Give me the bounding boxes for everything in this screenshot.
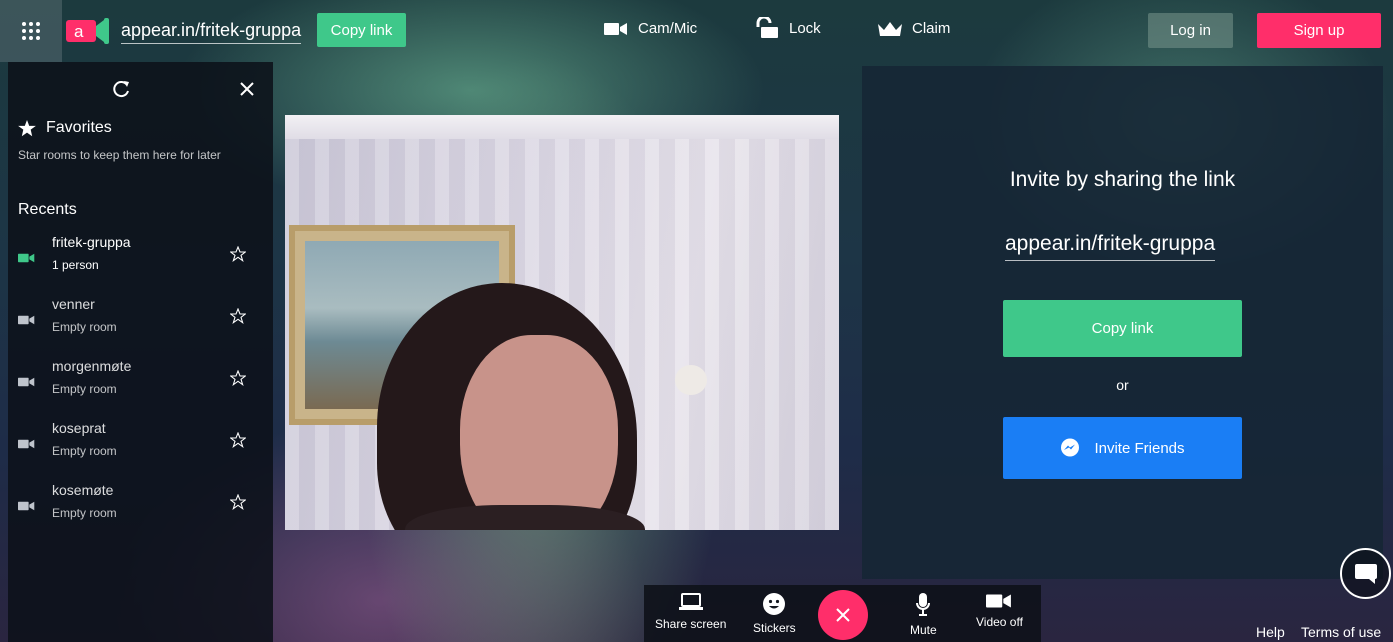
- cam-mic-label: Cam/Mic: [638, 20, 698, 37]
- invite-url[interactable]: appear.in/fritek-gruppa: [1005, 232, 1216, 261]
- star-filled-icon: [18, 119, 36, 136]
- invite-panel: Invite by sharing the link appear.in/fri…: [862, 66, 1383, 579]
- invite-title: Invite by sharing the link: [1009, 168, 1236, 191]
- video-off-label: Video off: [976, 615, 1023, 629]
- favorites-heading: Favorites: [18, 119, 112, 137]
- signup-button[interactable]: Sign up: [1257, 13, 1381, 48]
- call-controls: Share screen Stickers Mute Video off: [644, 585, 1041, 642]
- messenger-icon: [1061, 438, 1080, 457]
- star-outline-icon[interactable]: [230, 246, 246, 262]
- room-name: fritek-gruppa: [52, 234, 131, 250]
- top-bar: a appear.in/fritek-gruppa Copy link Cam/…: [0, 0, 1393, 62]
- invite-friends-button[interactable]: Invite Friends: [1003, 417, 1242, 479]
- camera-icon: [604, 22, 627, 35]
- room-name: kosemøte: [52, 482, 114, 498]
- recent-room-fritek-gruppa[interactable]: fritek-gruppa 1 person: [8, 234, 273, 284]
- share-screen-label: Share screen: [655, 617, 727, 631]
- stickers-button[interactable]: Stickers: [753, 593, 796, 635]
- camera-icon: [18, 501, 35, 511]
- recent-room-koseprat[interactable]: koseprat Empty room: [8, 420, 273, 470]
- close-sidebar-button[interactable]: [239, 81, 255, 102]
- claim-button[interactable]: Claim: [878, 20, 950, 37]
- smiley-icon: [763, 593, 786, 615]
- claim-label: Claim: [912, 20, 951, 37]
- star-outline-icon[interactable]: [230, 494, 246, 510]
- room-status: 1 person: [52, 258, 99, 272]
- self-video-feed[interactable]: [285, 115, 839, 530]
- leave-call-button[interactable]: [818, 590, 868, 640]
- chat-bubble-icon: [1354, 563, 1377, 584]
- mute-button[interactable]: Mute: [910, 593, 937, 637]
- appear-in-logo[interactable]: a: [66, 14, 110, 48]
- invite-copy-link-button[interactable]: Copy link: [1003, 300, 1242, 357]
- recent-room-venner[interactable]: venner Empty room: [8, 296, 273, 346]
- logo-letter: a: [74, 22, 84, 41]
- copy-link-button[interactable]: Copy link: [317, 13, 406, 47]
- camera-icon: [18, 315, 35, 325]
- close-icon: [836, 608, 850, 622]
- star-outline-icon[interactable]: [230, 432, 246, 448]
- room-status: Empty room: [52, 444, 117, 458]
- camera-icon: [18, 253, 35, 263]
- recent-room-kosemote[interactable]: kosemøte Empty room: [8, 482, 273, 532]
- mute-label: Mute: [910, 623, 937, 637]
- microphone-icon: [916, 593, 931, 616]
- lock-label: Lock: [789, 19, 821, 37]
- star-outline-icon[interactable]: [230, 370, 246, 386]
- participant-face: [460, 335, 618, 530]
- share-screen-button[interactable]: Share screen: [655, 593, 726, 631]
- camera-icon: [18, 377, 35, 387]
- room-status: Empty room: [52, 506, 117, 520]
- unlock-icon: [756, 17, 778, 38]
- room-url[interactable]: appear.in/fritek-gruppa: [121, 20, 302, 44]
- room-status: Empty room: [52, 320, 117, 334]
- invite-friends-label: Invite Friends: [1094, 439, 1185, 457]
- laptop-icon: [678, 593, 703, 610]
- recent-room-morgenmote[interactable]: morgenmøte Empty room: [8, 358, 273, 408]
- or-separator: or: [1116, 377, 1129, 393]
- refresh-icon: [113, 81, 129, 98]
- crown-icon: [878, 21, 902, 36]
- cam-mic-button[interactable]: Cam/Mic: [604, 20, 697, 37]
- close-icon: [240, 82, 254, 96]
- refresh-button[interactable]: [111, 79, 131, 104]
- ceiling: [285, 115, 839, 139]
- rooms-sidebar: Favorites Star rooms to keep them here f…: [8, 62, 273, 642]
- stickers-label: Stickers: [753, 621, 796, 635]
- favorites-title: Favorites: [46, 119, 112, 136]
- star-outline-icon[interactable]: [230, 308, 246, 324]
- terms-of-use-link[interactable]: Terms of use: [1301, 624, 1381, 640]
- chat-button[interactable]: [1340, 548, 1391, 599]
- wall-fan: [675, 365, 707, 395]
- video-off-button[interactable]: Video off: [976, 593, 1023, 629]
- room-name: venner: [52, 296, 95, 312]
- help-link[interactable]: Help: [1256, 624, 1285, 640]
- favorites-hint: Star rooms to keep them here for later: [18, 148, 221, 162]
- login-button[interactable]: Log in: [1148, 13, 1233, 48]
- camera-icon: [986, 594, 1012, 608]
- camera-icon: [18, 439, 35, 449]
- room-name: morgenmøte: [52, 358, 132, 374]
- lock-button[interactable]: Lock: [755, 17, 821, 39]
- grid-icon: [22, 22, 40, 40]
- recents-heading: Recents: [18, 201, 77, 218]
- room-name: koseprat: [52, 420, 106, 436]
- room-status: Empty room: [52, 382, 117, 396]
- apps-menu-button[interactable]: [0, 0, 62, 62]
